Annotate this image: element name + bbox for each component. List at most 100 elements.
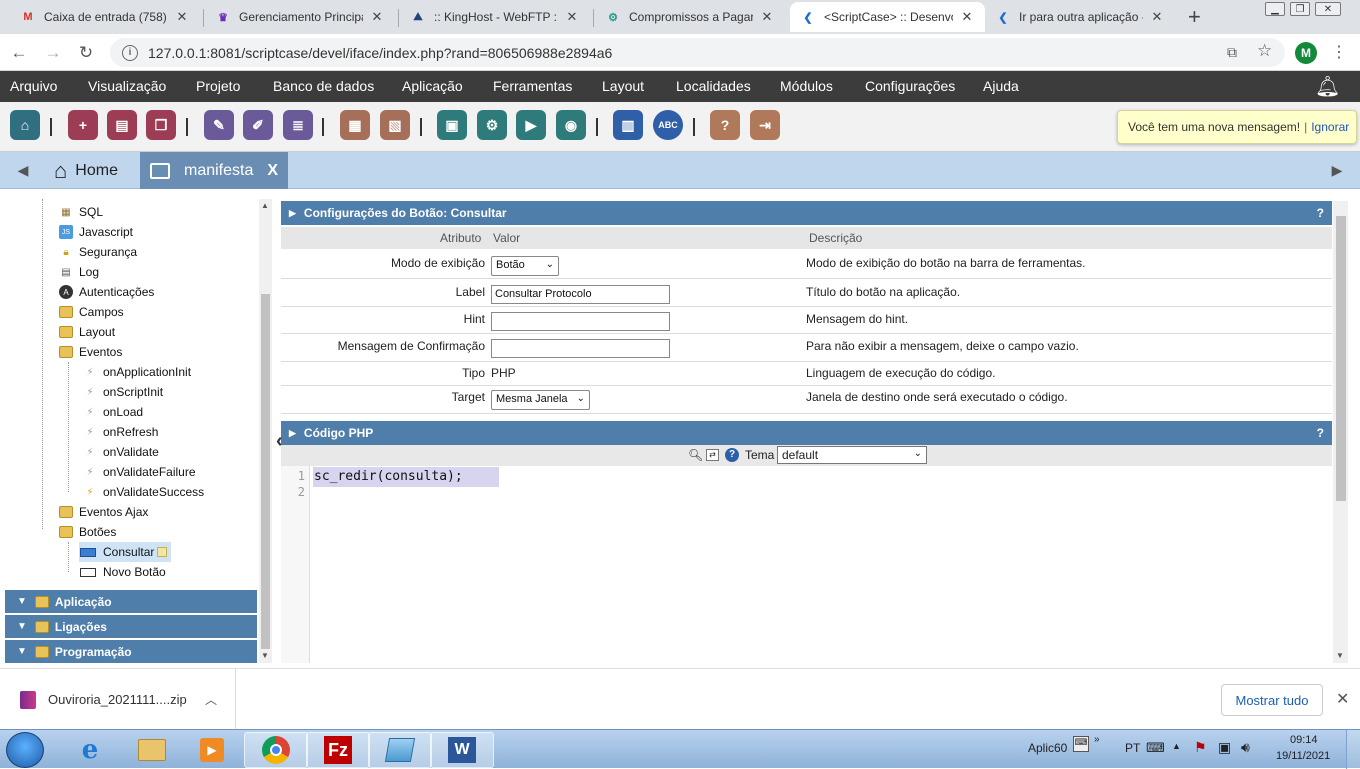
section-aplicacao[interactable]: ▼ Aplicação (5, 590, 257, 613)
show-desktop-button[interactable] (1346, 730, 1360, 769)
edit-form-icon[interactable]: ✐ (243, 110, 273, 140)
tree-item-consultar[interactable]: Consultar (79, 542, 172, 562)
notification-dismiss-link[interactable]: Ignorar (1311, 120, 1349, 134)
tree-item-onapplicationinit[interactable]: ⚡︎ onApplicationInit (83, 362, 191, 382)
exit-icon[interactable]: ⇥ (750, 110, 780, 140)
menu-visualizacao[interactable]: Visualização (88, 78, 166, 94)
menu-layout[interactable]: Layout (602, 78, 644, 94)
new-tab-button[interactable]: + (1188, 4, 1201, 30)
run-icon[interactable]: ▶ (516, 110, 546, 140)
documents-icon[interactable]: ▧ (380, 110, 410, 140)
close-tab-icon[interactable]: ✕ (174, 9, 190, 25)
edit-app-icon[interactable]: ✎ (204, 110, 234, 140)
confirmation-message-input[interactable] (491, 339, 670, 358)
help-icon[interactable]: ? (1317, 206, 1324, 220)
label-input[interactable]: Consultar Protocolo (491, 285, 670, 304)
start-button[interactable] (6, 732, 44, 768)
database-icon[interactable]: ≣ (283, 110, 313, 140)
tree-item-onrefresh[interactable]: ⚡︎ onRefresh (83, 422, 158, 442)
menu-localidades[interactable]: Localidades (676, 78, 751, 94)
tab-manifesta[interactable]: manifesta X (140, 152, 288, 189)
bell-icon[interactable]: 🔔︎ (1315, 74, 1340, 99)
browser-tab-gmail[interactable]: M Caixa de entrada (758) - ✕ (10, 2, 200, 32)
help-icon[interactable]: ? (725, 448, 739, 462)
reload-icon[interactable]: ↻ (75, 42, 97, 64)
minimize-button[interactable]: ▁ (1265, 2, 1285, 16)
content-scrollbar[interactable]: ▼ (1333, 201, 1348, 663)
tree-item-log[interactable]: ▤ Log (59, 262, 99, 282)
tree-item-onload[interactable]: ⚡︎ onLoad (83, 402, 143, 422)
tree-item-onvalidate[interactable]: ⚡︎ onValidate (83, 442, 158, 462)
browser-tab-compromissos[interactable]: ⚙ Compromissos a Pagar - ✕ (595, 2, 785, 32)
tabs-prev-icon[interactable]: ◀ (0, 152, 46, 189)
restore-button[interactable]: ❐ (1290, 2, 1310, 16)
close-tab-icon[interactable]: ✕ (1149, 9, 1165, 25)
browser-tab-scriptcase[interactable]: ❮ <ScriptCase> :: Desenvo ✕ (790, 2, 985, 32)
tab-home[interactable]: ⌂ Home (46, 152, 139, 189)
tree-item-javascript[interactable]: JS Javascript (59, 222, 133, 242)
tree-item-onscriptinit[interactable]: ⚡︎ onScriptInit (83, 382, 163, 402)
clock-time[interactable]: 09:14 (1290, 734, 1318, 746)
close-icon[interactable]: ✕ (1336, 689, 1349, 709)
tabs-next-icon[interactable]: ▶ (1314, 152, 1360, 189)
back-icon[interactable]: ← (8, 42, 30, 64)
help-icon[interactable]: ? (710, 110, 740, 140)
display-mode-select[interactable]: Botão ⌄ (491, 256, 559, 276)
browser-tab-gerenciamento[interactable]: ♛ Gerenciamento Principal ✕ (205, 2, 395, 32)
open-project-icon[interactable]: ▤ (107, 110, 137, 140)
browser-tab-kinghost[interactable]: ⛰ :: KingHost - WebFTP :: ✕ (400, 2, 590, 32)
menu-configuracoes[interactable]: Configurações (865, 78, 955, 94)
close-tab-icon[interactable]: ✕ (959, 9, 975, 25)
flag-icon[interactable]: ⚑ (1194, 739, 1207, 756)
tree-item-layout[interactable]: Layout (59, 322, 115, 342)
network-icon[interactable]: ▣ (1218, 739, 1231, 756)
tree-scrollbar[interactable]: ▲ ▼ (259, 199, 272, 663)
help-icon[interactable]: ? (1317, 426, 1324, 440)
document-icon[interactable]: ▦ (340, 110, 370, 140)
generate-icon[interactable]: ⚙ (477, 110, 507, 140)
ime-icon[interactable]: ⌨ (1146, 740, 1165, 756)
publish-icon[interactable]: ◉ (556, 110, 586, 140)
notepad-icon[interactable] (368, 732, 432, 768)
section-programacao[interactable]: ▼ Programação (5, 640, 257, 663)
menu-arquivo[interactable]: Arquivo (10, 78, 57, 94)
tree-item-eventos[interactable]: Eventos (59, 342, 122, 362)
tree-item-autenticacoes[interactable]: A Autenticações (59, 282, 154, 302)
browser-tab-ir-para[interactable]: ❮ Ir para outra aplicação - ✕ (985, 2, 1175, 32)
word-icon[interactable]: W (430, 732, 494, 768)
menu-banco-de-dados[interactable]: Banco de dados (273, 78, 374, 94)
close-tab-icon[interactable]: ✕ (369, 9, 385, 25)
code-editor[interactable]: 1 2 sc_redir(consulta); (281, 466, 1332, 663)
target-select[interactable]: Mesma Janela ⌄ (491, 390, 590, 410)
close-window-button[interactable]: ✕ (1315, 2, 1341, 16)
code-line[interactable]: sc_redir(consulta); (313, 467, 499, 487)
new-app-icon[interactable]: + (68, 110, 98, 140)
section-ligacoes[interactable]: ▼ Ligações (5, 615, 257, 638)
close-tab-icon[interactable]: ✕ (564, 9, 580, 25)
chevron-up-icon[interactable]: ︿ (205, 691, 217, 708)
theme-select[interactable]: default ⌄ (777, 446, 927, 464)
show-all-button[interactable]: Mostrar tudo (1221, 684, 1323, 716)
hint-input[interactable] (491, 312, 670, 331)
replace-icon[interactable]: ⇄ (706, 449, 719, 461)
close-tab-button[interactable]: X (267, 162, 278, 180)
tree-item-eventos-ajax[interactable]: Eventos Ajax (59, 502, 148, 522)
browser-menu-icon[interactable]: ⋮ (1331, 42, 1347, 62)
media-icon[interactable]: ▶ (180, 732, 244, 768)
filezilla-icon[interactable]: Fz (306, 732, 370, 768)
spellcheck-icon[interactable]: ABC (653, 110, 683, 140)
tree-item-seguranca[interactable]: 🔒︎ Segurança (59, 242, 137, 262)
bookmark-star-icon[interactable]: ☆ (1257, 41, 1272, 61)
menu-modulos[interactable]: Módulos (780, 78, 833, 94)
url-field[interactable]: i 127.0.0.1:8081/scriptcase/devel/iface/… (110, 38, 1285, 67)
tree-item-onvalidatefailure[interactable]: ⚡︎ onValidateFailure (83, 462, 195, 482)
ie-icon[interactable]: e (58, 732, 122, 768)
avatar[interactable]: M (1295, 42, 1317, 64)
download-item[interactable]: Ouviroria_2021111....zip ︿ (0, 669, 236, 730)
copy-app-icon[interactable]: ❒ (146, 110, 176, 140)
tree-item-botoes[interactable]: Botões (59, 522, 116, 542)
show-hidden-icons[interactable]: ▲ (1172, 741, 1181, 751)
chrome-icon[interactable] (244, 732, 308, 768)
search-icon[interactable]: 🔍︎ (688, 448, 703, 462)
tree-item-campos[interactable]: Campos (59, 302, 124, 322)
